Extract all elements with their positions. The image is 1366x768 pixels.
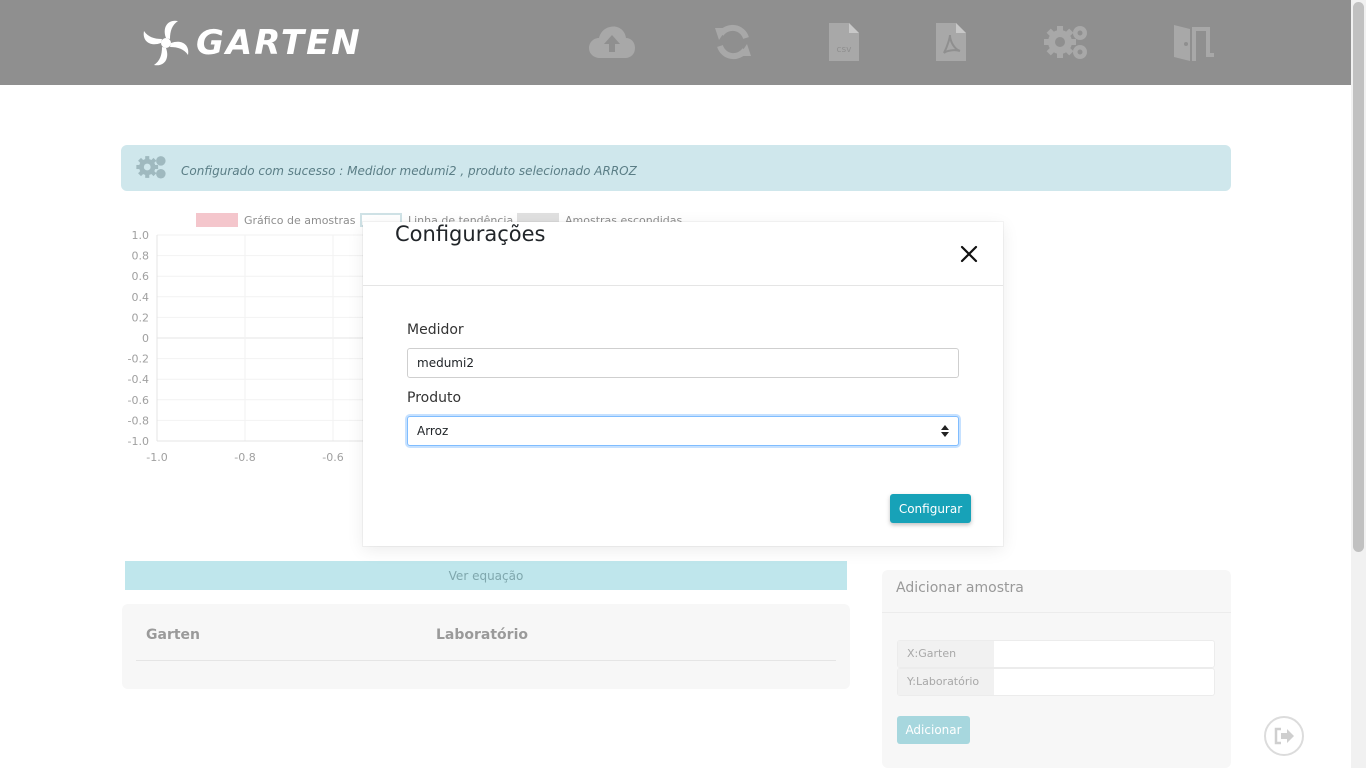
medidor-label: Medidor [407, 322, 464, 338]
configurar-button[interactable]: Configurar [890, 494, 971, 523]
medidor-input[interactable] [407, 348, 959, 378]
configuracoes-modal: Configurações Medidor Produto Arroz Conf… [363, 222, 1003, 546]
produto-label: Produto [407, 390, 462, 406]
modal-header-divider [363, 285, 1003, 286]
select-caret-icon [941, 425, 949, 437]
close-icon [960, 245, 978, 263]
produto-selected-value: Arroz [417, 424, 449, 438]
produto-select[interactable]: Arroz [407, 416, 959, 446]
close-button[interactable] [957, 242, 981, 266]
modal-title: Configurações [395, 222, 546, 246]
